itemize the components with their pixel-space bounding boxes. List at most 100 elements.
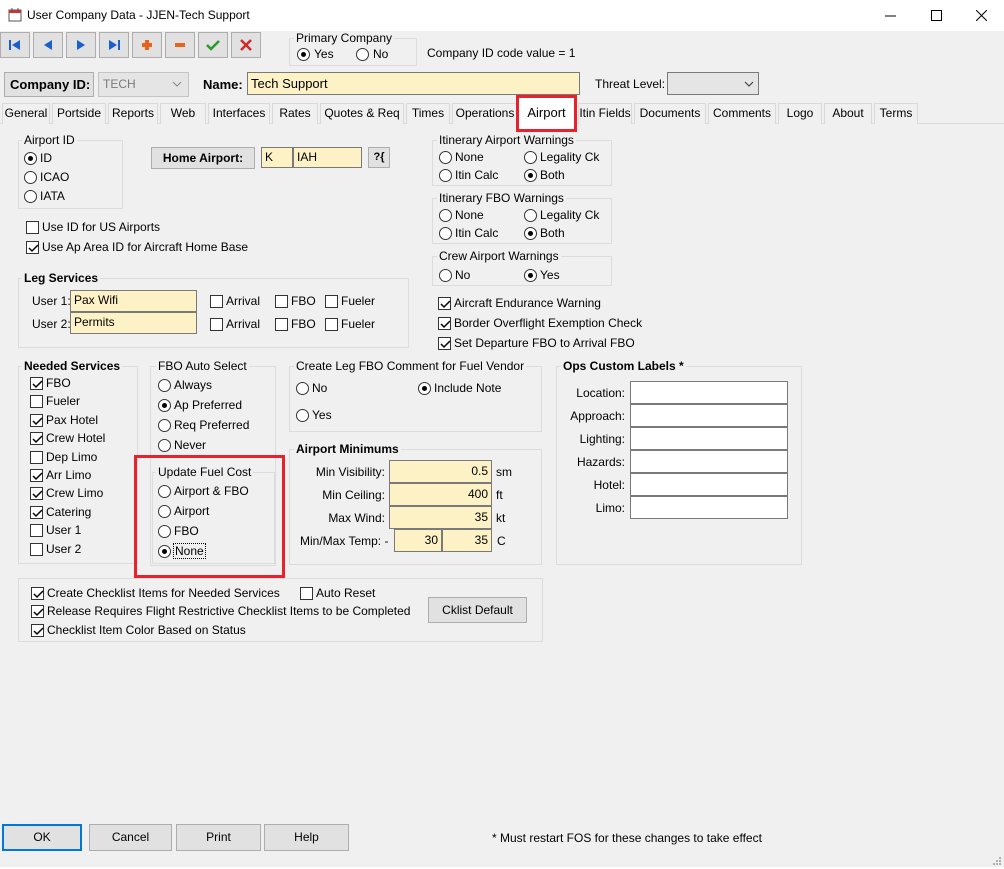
tab-logo[interactable]: Logo [778, 103, 822, 124]
ops-label-field[interactable] [630, 473, 788, 496]
leg-fbo-comment-include-radio[interactable] [418, 382, 431, 395]
fbo-auto-req-preferred-radio[interactable] [158, 419, 171, 432]
fbo-auto-always-radio[interactable] [158, 379, 171, 392]
add-record-button[interactable] [132, 32, 162, 58]
ok-button[interactable]: OK [2, 824, 82, 851]
ops-label-field[interactable] [630, 427, 788, 450]
leg-fbo-comment-yes-radio[interactable] [296, 409, 309, 422]
needed-service-checkbox[interactable] [30, 524, 43, 538]
tab-comments[interactable]: Comments [708, 103, 776, 124]
next-record-button[interactable] [66, 32, 96, 58]
leg-user1-arrival-checkbox[interactable] [210, 295, 223, 308]
itin-airport-calc-radio[interactable] [439, 169, 452, 182]
company-name-field[interactable]: Tech Support [247, 72, 580, 95]
tab-airport[interactable]: Airport [516, 95, 577, 132]
help-button[interactable]: Help [264, 824, 349, 851]
resize-grip-icon[interactable] [992, 855, 1002, 865]
close-button[interactable] [958, 0, 1004, 31]
home-airport-button[interactable]: Home Airport: [151, 147, 255, 169]
airport-id-radio-iata[interactable] [24, 190, 37, 203]
itin-airport-legality-radio[interactable] [524, 151, 537, 164]
fuel-cost-airport-radio[interactable] [158, 505, 171, 518]
ops-label-field[interactable] [630, 404, 788, 427]
crew-airport-yes-radio[interactable] [524, 269, 537, 282]
threat-level-select[interactable] [667, 72, 759, 95]
maximize-button[interactable] [913, 0, 959, 31]
last-record-button[interactable] [99, 32, 129, 58]
tab-reports[interactable]: Reports [108, 103, 158, 124]
previous-record-button[interactable] [33, 32, 63, 58]
tab-web[interactable]: Web [160, 103, 206, 124]
company-id-select[interactable]: TECH [98, 72, 189, 97]
use-id-us-airports-checkbox[interactable] [26, 221, 39, 234]
min-temp-field[interactable]: 30 [394, 529, 442, 552]
needed-service-checkbox[interactable] [30, 542, 43, 556]
crew-airport-no-radio[interactable] [439, 269, 452, 282]
checklist-color-checkbox[interactable] [31, 624, 44, 637]
home-airport-prefix-field[interactable]: K [261, 147, 293, 168]
aircraft-endurance-checkbox[interactable] [438, 297, 451, 310]
tab-itin-fields[interactable]: Itin Fields [578, 103, 632, 124]
min-ceiling-field[interactable]: 400 [389, 483, 492, 506]
fbo-auto-ap-preferred-radio[interactable] [158, 399, 171, 412]
itin-fbo-none-radio[interactable] [439, 209, 452, 222]
tab-general[interactable]: General [2, 103, 50, 124]
tab-rates[interactable]: Rates [272, 103, 318, 124]
max-wind-field[interactable]: 35 [389, 506, 492, 529]
cancel-button[interactable]: Cancel [89, 824, 172, 851]
primary-yes-radio[interactable] [297, 48, 310, 61]
itin-fbo-both-radio[interactable] [524, 227, 537, 240]
tab-documents[interactable]: Documents [634, 103, 706, 124]
ops-label-field[interactable] [630, 381, 788, 404]
release-requires-checkbox[interactable] [31, 605, 44, 618]
border-overflight-checkbox[interactable] [438, 317, 451, 330]
fuel-cost-airport-fbo-radio[interactable] [158, 485, 171, 498]
itin-airport-both-radio[interactable] [524, 169, 537, 182]
tab-about[interactable]: About [824, 103, 872, 124]
needed-service-checkbox[interactable] [30, 432, 43, 446]
itin-fbo-legality-radio[interactable] [524, 209, 537, 222]
print-button[interactable]: Print [176, 824, 261, 851]
fbo-auto-never-radio[interactable] [158, 439, 171, 452]
create-checklist-checkbox[interactable] [31, 587, 44, 600]
set-departure-fbo-checkbox[interactable] [438, 337, 451, 350]
itin-airport-none-radio[interactable] [439, 151, 452, 164]
needed-service-checkbox[interactable] [30, 505, 43, 519]
leg-user2-arrival-checkbox[interactable] [210, 318, 223, 331]
ops-label-field[interactable] [630, 450, 788, 473]
cancel-edit-button[interactable] [231, 32, 261, 58]
tab-operations[interactable]: Operations [452, 103, 518, 124]
needed-service-checkbox[interactable] [30, 395, 43, 409]
leg-user1-fbo-checkbox[interactable] [275, 295, 288, 308]
tab-times[interactable]: Times [406, 103, 450, 124]
leg-fbo-comment-no-radio[interactable] [296, 382, 309, 395]
airport-lookup-button[interactable]: ?{ [368, 147, 390, 168]
primary-no-radio[interactable] [356, 48, 369, 61]
airport-id-radio-icao[interactable] [24, 171, 37, 184]
needed-service-checkbox[interactable] [30, 413, 43, 427]
min-visibility-field[interactable]: 0.5 [389, 460, 492, 483]
save-record-button[interactable] [198, 32, 228, 58]
leg-user2-field[interactable]: Permits [70, 312, 197, 334]
needed-service-checkbox[interactable] [30, 450, 43, 464]
tab-terms[interactable]: Terms [874, 103, 918, 124]
needed-service-checkbox[interactable] [30, 469, 43, 482]
leg-user2-fbo-checkbox[interactable] [275, 318, 288, 331]
minimize-button[interactable] [867, 0, 913, 31]
home-airport-code-field[interactable]: IAH [293, 147, 362, 168]
tab-portside[interactable]: Portside [52, 103, 106, 124]
max-temp-field[interactable]: 35 [442, 529, 492, 552]
use-ap-area-id-checkbox[interactable] [26, 241, 39, 254]
tab-interfaces[interactable]: Interfaces [208, 103, 270, 124]
delete-record-button[interactable] [165, 32, 195, 58]
fuel-cost-fbo-radio[interactable] [158, 525, 171, 538]
fuel-cost-none-radio[interactable] [158, 545, 171, 558]
airport-id-radio-id[interactable] [24, 152, 37, 165]
leg-user1-fueler-checkbox[interactable] [325, 295, 338, 308]
ops-label-field[interactable] [630, 496, 788, 519]
needed-service-checkbox[interactable] [30, 487, 43, 501]
leg-user1-field[interactable]: Pax Wifi [70, 290, 197, 312]
itin-fbo-calc-radio[interactable] [439, 227, 452, 240]
cklist-default-button[interactable]: Cklist Default [428, 597, 527, 623]
leg-user2-fueler-checkbox[interactable] [325, 318, 338, 331]
